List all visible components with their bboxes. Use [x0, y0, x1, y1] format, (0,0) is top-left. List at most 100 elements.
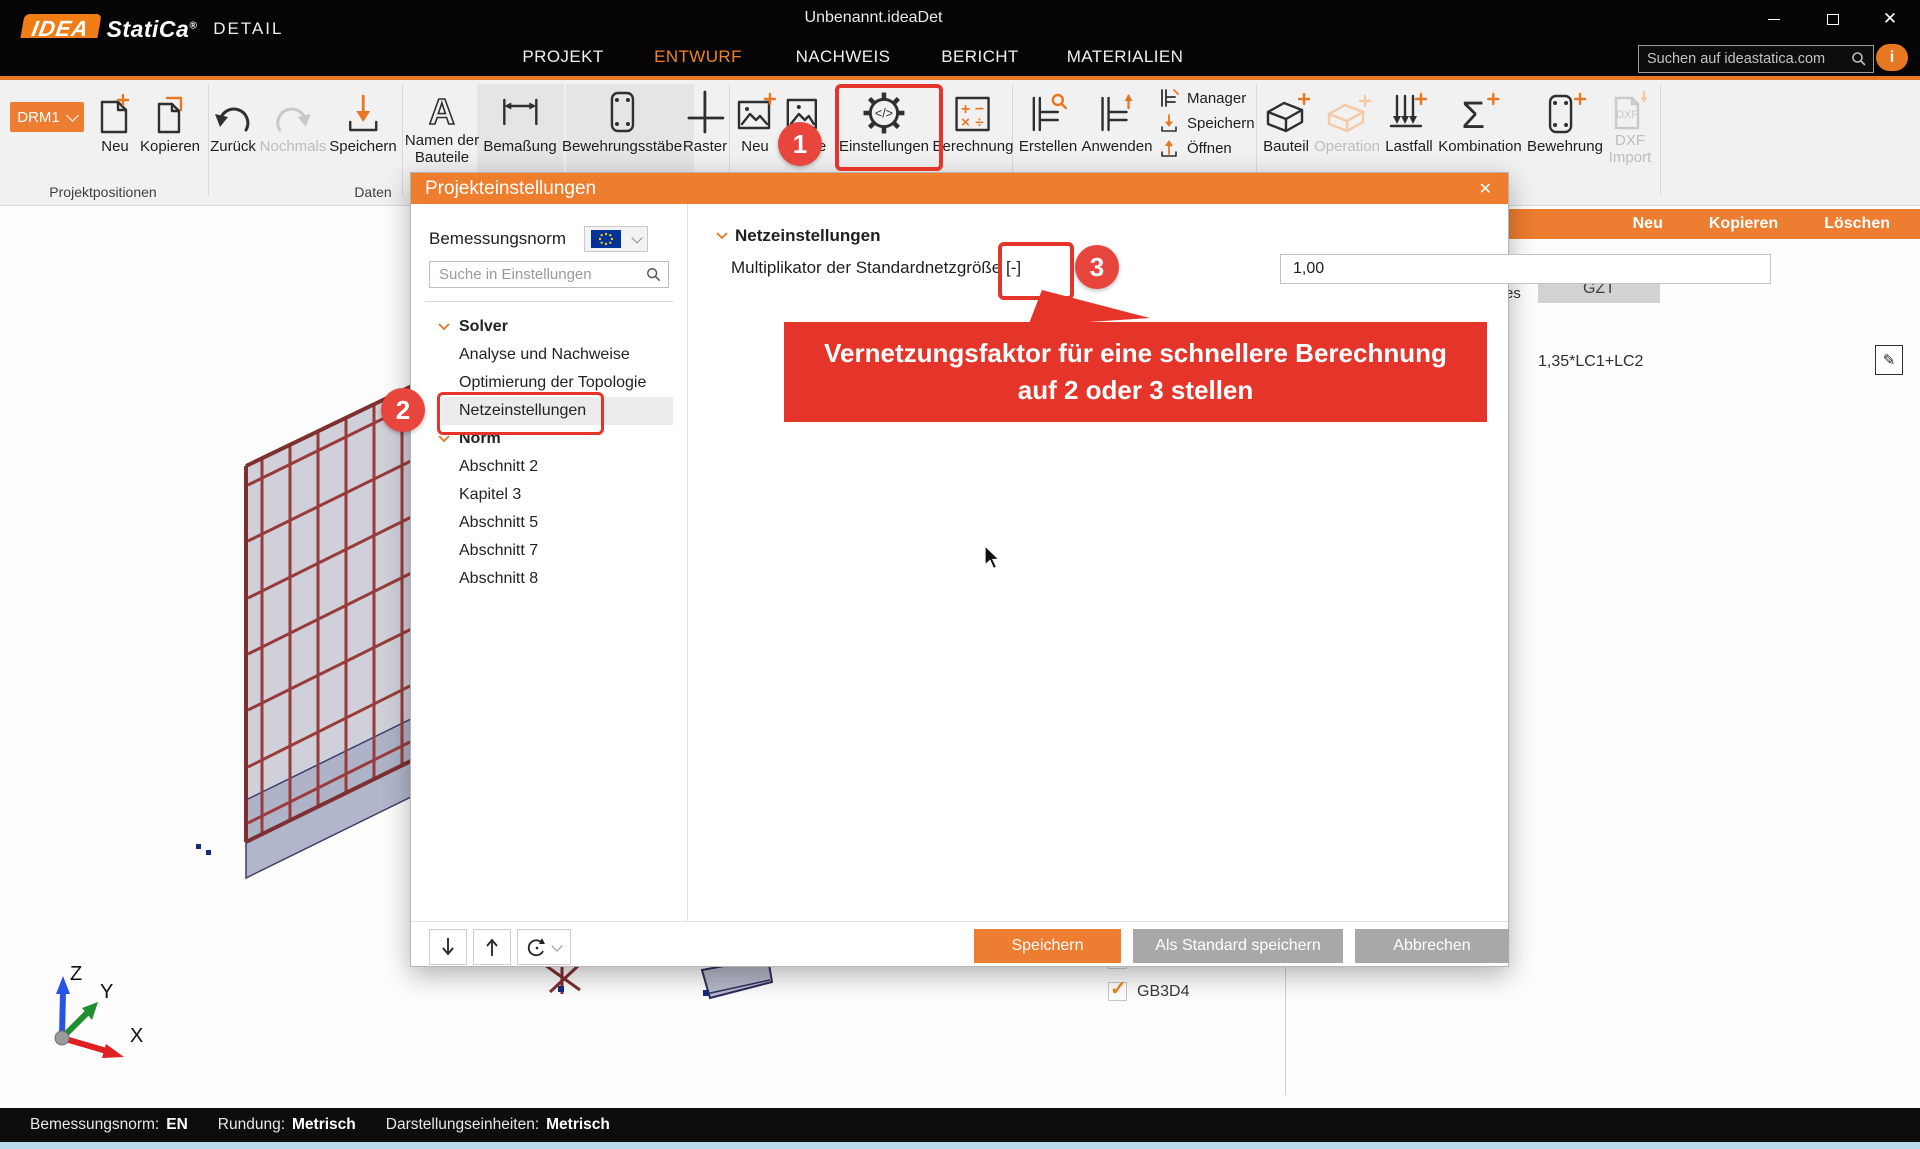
- tab-materialien[interactable]: MATERIALIEN: [1067, 47, 1184, 67]
- template-apply-button[interactable]: Anwenden: [1082, 86, 1153, 155]
- status-design-code: Bemessungsnorm:EN: [30, 1116, 188, 1134]
- calculation-icon: + − × ÷: [949, 90, 997, 138]
- copy-position-button[interactable]: Kopieren: [140, 86, 200, 155]
- close-button[interactable]: ✕: [1870, 6, 1910, 32]
- settings-search-box[interactable]: [429, 261, 669, 288]
- design-code-label: Bemessungsnorm: [429, 229, 566, 249]
- svg-text:×: ×: [962, 114, 971, 131]
- design-code-row: Bemessungsnorm: [429, 226, 648, 252]
- template-search-icon: [1024, 90, 1072, 138]
- svg-text:DXF: DXF: [1616, 109, 1638, 121]
- tree-item-abschnitt-5[interactable]: Abschnitt 5: [411, 509, 687, 537]
- axis-z-label: Z: [70, 963, 82, 985]
- undo-button[interactable]: Zurück: [210, 86, 256, 155]
- titlebar: IDEA StatiCa® DETAIL Unbenannt.ideaDet ✕: [0, 0, 1920, 38]
- load-case-button[interactable]: Lastfall: [1383, 86, 1435, 155]
- tree-item-abschnitt-8[interactable]: Abschnitt 8: [411, 565, 687, 593]
- tree-item-kapitel-3[interactable]: Kapitel 3: [411, 481, 687, 509]
- tree-item-analyse[interactable]: Analyse und Nachweise: [411, 341, 687, 369]
- save-button[interactable]: Speichern: [329, 86, 397, 155]
- arrow-up-icon: [484, 936, 500, 958]
- panel-delete-button[interactable]: Löschen: [1824, 215, 1890, 233]
- axis-y-label: Y: [100, 981, 113, 1003]
- info-button[interactable]: i: [1876, 44, 1908, 71]
- calculation-button[interactable]: + − × ÷ Berechnung: [933, 86, 1014, 155]
- save-as-default-button[interactable]: Als Standard speichern: [1133, 929, 1343, 963]
- settings-search-input[interactable]: [437, 265, 640, 284]
- minimize-icon: [1768, 19, 1780, 20]
- move-down-button[interactable]: [429, 929, 467, 965]
- search-icon: [646, 266, 661, 283]
- annotation-box-netzeinstellungen: [437, 392, 604, 435]
- search-icon: [1851, 51, 1867, 67]
- tab-nachweis[interactable]: NACHWEIS: [796, 47, 891, 67]
- tree-section-solver[interactable]: Solver: [411, 313, 687, 341]
- dialog-close-button[interactable]: ✕: [1479, 179, 1508, 199]
- eu-flag-icon: [591, 230, 621, 248]
- template-create-button[interactable]: Erstellen: [1019, 86, 1077, 155]
- list-item-gb3d4[interactable]: ✓ GB3D4: [1108, 982, 1189, 1001]
- dialog-footer: Speichern Als Standard speichern Abbrech…: [411, 921, 1508, 969]
- tab-bericht[interactable]: BERICHT: [941, 47, 1018, 67]
- template-manager-button[interactable]: Manager: [1158, 88, 1255, 108]
- template-open-button[interactable]: Öffnen: [1158, 138, 1255, 158]
- mesh-multiplier-input[interactable]: [1280, 254, 1771, 284]
- grid-button[interactable]: Raster: [683, 86, 727, 155]
- dialog-title: Projekteinstellungen: [411, 178, 1479, 200]
- stirrup-plus-icon: [1540, 88, 1590, 138]
- panel-copy-button[interactable]: Kopieren: [1709, 215, 1778, 233]
- tree-item-abschnitt-2[interactable]: Abschnitt 2: [411, 453, 687, 481]
- close-icon: ✕: [1883, 9, 1897, 29]
- save-button[interactable]: Speichern: [974, 929, 1121, 963]
- minimize-button[interactable]: [1754, 6, 1794, 32]
- operation-button[interactable]: Operation: [1314, 86, 1380, 155]
- bottom-accent-strip: [0, 1142, 1920, 1149]
- manager-icon: [1158, 88, 1180, 108]
- dxf-import-button[interactable]: DXF DXF Import: [1606, 86, 1654, 166]
- mesh-section-header[interactable]: Netzeinstellungen: [716, 226, 880, 246]
- maximize-button[interactable]: [1813, 6, 1853, 32]
- move-up-button[interactable]: [473, 929, 511, 965]
- panel-new-button[interactable]: Neu: [1633, 215, 1663, 233]
- ribbon-separator: [1660, 84, 1661, 196]
- member-button[interactable]: Bauteil: [1260, 86, 1312, 155]
- tab-projekt[interactable]: PROJEKT: [522, 47, 603, 67]
- new-position-button[interactable]: Neu: [92, 86, 138, 155]
- edit-button[interactable]: ✎: [1875, 345, 1903, 375]
- document-title: Unbenannt.ideaDet: [0, 9, 1747, 27]
- redo-button[interactable]: Nochmals: [260, 86, 327, 155]
- redo-icon: [270, 90, 316, 138]
- annotation-box-settings: [835, 84, 943, 171]
- web-search-input[interactable]: [1645, 50, 1845, 68]
- new-picture-button[interactable]: Neu: [731, 86, 779, 155]
- design-code-dropdown[interactable]: [584, 226, 648, 252]
- copy-icon: [147, 90, 193, 138]
- rebar-button[interactable]: Bewehrungsstäbe: [562, 86, 682, 155]
- ribbon-separator: [208, 84, 209, 196]
- checkbox-checked-icon[interactable]: ✓: [1108, 982, 1127, 1001]
- settings-tree: Solver Analyse und Nachweise Optimierung…: [411, 313, 687, 593]
- dimension-icon: [496, 90, 544, 138]
- project-item-selector[interactable]: DRM1: [10, 102, 84, 132]
- web-search-box[interactable]: [1638, 45, 1874, 73]
- dimension-button[interactable]: Bemaßung: [483, 86, 556, 155]
- mouse-cursor: [983, 545, 1003, 571]
- chevron-down-icon: [631, 232, 642, 243]
- member-names-button[interactable]: A Namen der Bauteile: [405, 86, 479, 166]
- status-display-units: Darstellungseinheiten:Metrisch: [386, 1116, 610, 1134]
- reinforcement-button[interactable]: Bewehrung: [1527, 86, 1603, 155]
- combination-button[interactable]: Σ Kombination: [1438, 86, 1521, 155]
- template-apply-icon: [1093, 90, 1141, 138]
- mesh-multiplier-label: Multiplikator der Standardnetzgröße [-]: [731, 258, 1021, 278]
- save-small-icon: [1158, 113, 1180, 133]
- tab-entwurf[interactable]: ENTWURF: [654, 47, 742, 67]
- stirrup-icon: [600, 88, 644, 138]
- undo-icon: [210, 90, 256, 138]
- tree-item-abschnitt-7[interactable]: Abschnitt 7: [411, 537, 687, 565]
- template-save-button[interactable]: Speichern: [1158, 113, 1255, 133]
- cancel-button[interactable]: Abbrechen: [1355, 929, 1509, 963]
- reset-defaults-button[interactable]: [517, 929, 571, 965]
- reset-icon: [527, 936, 547, 958]
- dialog-header[interactable]: Projekteinstellungen ✕: [411, 173, 1508, 204]
- svg-text:÷: ÷: [976, 114, 984, 131]
